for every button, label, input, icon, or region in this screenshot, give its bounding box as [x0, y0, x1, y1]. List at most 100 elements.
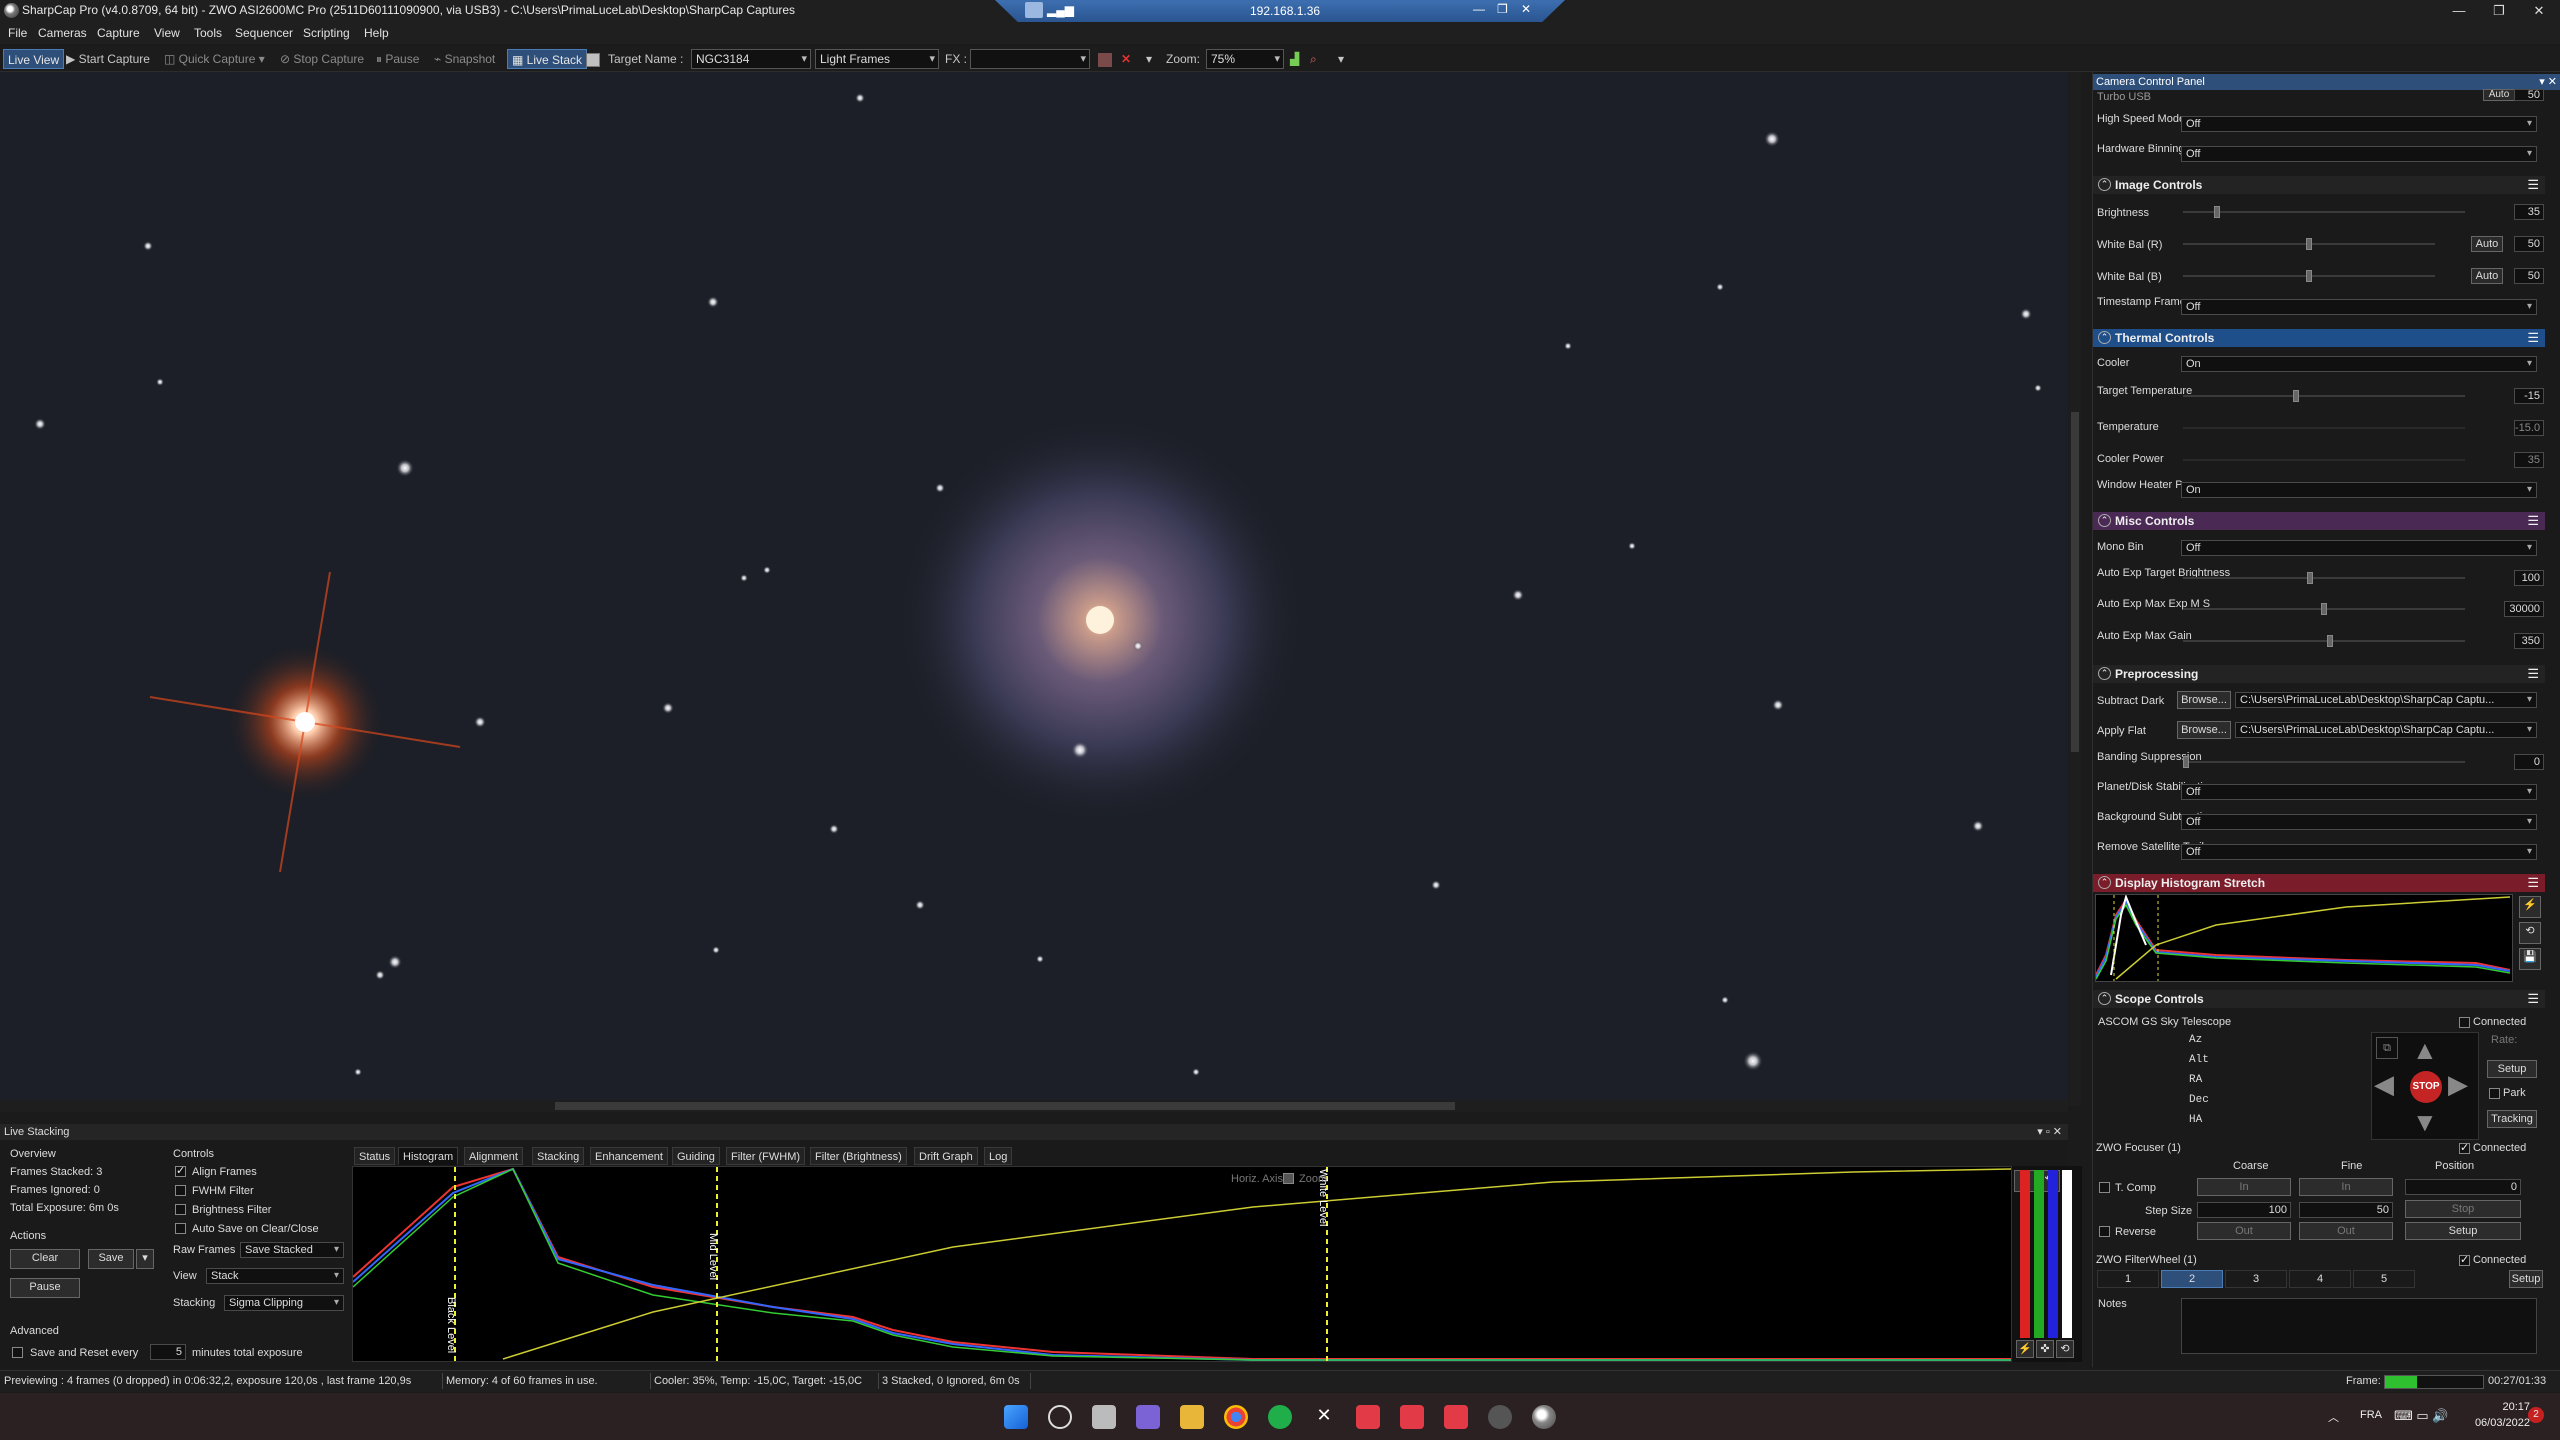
brightness-slider[interactable] — [2183, 206, 2465, 218]
menu-icon[interactable]: ☰ — [2527, 990, 2539, 1008]
ae-max-gain-slider[interactable] — [2183, 635, 2465, 647]
histo-refresh-icon[interactable]: ⟲ — [2056, 1340, 2074, 1358]
target-name-input[interactable]: NGC3184 — [691, 49, 811, 69]
menu-scripting[interactable]: Scripting — [303, 26, 350, 40]
tab-log[interactable]: Log — [984, 1147, 1013, 1165]
ae-max-gain-value[interactable]: 350 — [2514, 633, 2544, 649]
stretch-histogram[interactable] — [2095, 893, 2513, 982]
thermal-controls-header[interactable]: ⌃ Thermal Controls ☰ — [2093, 329, 2545, 347]
collapse-icon[interactable]: ⌃ — [2098, 876, 2111, 889]
red-level-bar[interactable] — [2020, 1170, 2030, 1338]
collapse-icon[interactable]: ⌃ — [2098, 992, 2111, 1005]
quick-capture-button[interactable]: ◫ Quick Capture ▾ — [164, 52, 265, 66]
menu-file[interactable]: File — [8, 26, 27, 40]
menu-cameras[interactable]: Cameras — [38, 26, 87, 40]
reverse-checkbox[interactable] — [2099, 1226, 2110, 1237]
wb-b-value[interactable]: 50 — [2514, 268, 2544, 284]
ccp-pin-icon[interactable]: ▾ ✕ — [2539, 74, 2557, 90]
tab-alignment[interactable]: Alignment — [464, 1147, 523, 1165]
file-explorer-icon[interactable] — [1180, 1405, 1204, 1429]
green-level-bar[interactable] — [2034, 1170, 2044, 1338]
app-green-icon[interactable] — [1268, 1405, 1292, 1429]
move-right-icon[interactable]: ▶ — [2448, 1069, 2468, 1100]
misc-controls-header[interactable]: ⌃ Misc Controls ☰ — [2093, 512, 2545, 530]
tab-guiding[interactable]: Guiding — [672, 1147, 720, 1165]
camera-image[interactable] — [0, 72, 2068, 1100]
histo-bolt-icon[interactable]: ⚡ — [2016, 1340, 2034, 1358]
reset-stretch-icon[interactable]: ⟲ — [2519, 922, 2541, 944]
magnifier-icon[interactable]: ⌕ — [1310, 52, 1317, 67]
app-x-icon[interactable]: ✕ — [1312, 1405, 1336, 1429]
fw-slot-2[interactable]: 2 — [2161, 1270, 2223, 1288]
auto-stretch-icon[interactable]: ⚡ — [2519, 896, 2541, 918]
histogram-icon[interactable]: ▟ — [1290, 52, 1299, 66]
clock-date[interactable]: 06/03/2022 — [2464, 1417, 2530, 1429]
view-select[interactable]: Stack — [206, 1268, 344, 1284]
menu-icon[interactable]: ☰ — [2527, 329, 2539, 347]
app-red3-icon[interactable] — [1444, 1405, 1468, 1429]
chrome-icon[interactable] — [1224, 1405, 1248, 1429]
wb-r-value[interactable]: 50 — [2514, 236, 2544, 252]
remote-minimize-icon[interactable]: — — [1473, 2, 1485, 16]
autosave-checkbox[interactable] — [175, 1223, 186, 1234]
sharpcap-taskbar-icon[interactable] — [1532, 1405, 1556, 1429]
search-icon[interactable] — [1048, 1405, 1072, 1429]
fw-slot-3[interactable]: 3 — [2225, 1270, 2287, 1288]
save-reset-minutes[interactable]: 5 — [150, 1344, 186, 1360]
focuser-setup-button[interactable]: Setup — [2405, 1222, 2521, 1240]
apply-flat-select[interactable]: C:\Users\PrimaLuceLab\Desktop\SharpCap C… — [2235, 722, 2537, 738]
wb-r-auto-button[interactable]: Auto — [2471, 236, 2503, 252]
align-frames-checkbox[interactable] — [175, 1164, 186, 1177]
window-heater-select[interactable]: On — [2181, 482, 2537, 498]
fw-connected-checkbox[interactable] — [2459, 1253, 2470, 1266]
ae-max-exp-slider[interactable] — [2183, 603, 2465, 615]
menu-help[interactable]: Help — [364, 26, 389, 40]
hw-binning-select[interactable]: Off — [2181, 146, 2537, 162]
chat-icon[interactable] — [1136, 1405, 1160, 1429]
fine-step-value[interactable]: 50 — [2299, 1202, 2393, 1218]
high-speed-select[interactable]: Off — [2181, 116, 2537, 132]
brightness-filter-checkbox[interactable] — [175, 1204, 186, 1215]
tab-status[interactable]: Status — [354, 1147, 396, 1165]
image-vertical-scrollbar[interactable] — [2069, 72, 2081, 1106]
fx-select[interactable] — [970, 49, 1090, 69]
fw-slot-4[interactable]: 4 — [2289, 1270, 2351, 1288]
park-checkbox[interactable] — [2489, 1088, 2500, 1099]
goto-icon[interactable]: ⧉ — [2376, 1037, 2398, 1059]
subtract-dark-browse-button[interactable]: Browse... — [2177, 691, 2231, 709]
apply-flat-browse-button[interactable]: Browse... — [2177, 721, 2231, 739]
pause-button[interactable]: ⏸ Pause — [376, 52, 419, 67]
tab-histogram[interactable]: Histogram — [398, 1147, 459, 1165]
tracking-button[interactable]: Tracking — [2487, 1110, 2537, 1128]
zoom-select[interactable]: 75% — [1206, 49, 1284, 69]
cooler-select[interactable]: On — [2181, 356, 2537, 372]
pin-icon[interactable] — [1025, 2, 1043, 18]
save-stretch-icon[interactable]: 💾 — [2519, 948, 2541, 970]
tray-chevron-icon[interactable]: ︿ — [2328, 1409, 2339, 1425]
ae-target-slider[interactable] — [2183, 572, 2465, 584]
focuser-stop-button[interactable]: Stop — [2405, 1200, 2521, 1218]
stop-capture-button[interactable]: ⊘ Stop Capture — [280, 52, 364, 66]
menu-icon[interactable]: ☰ — [2527, 512, 2539, 530]
app-gray-icon[interactable] — [1488, 1405, 1512, 1429]
save-reset-checkbox[interactable] — [12, 1347, 23, 1358]
raw-frames-select[interactable]: Save Stacked — [240, 1242, 344, 1258]
wb-r-slider[interactable] — [2183, 238, 2435, 250]
mono-bin-select[interactable]: Off — [2181, 540, 2537, 556]
move-left-icon[interactable]: ◀ — [2374, 1069, 2394, 1100]
image-horizontal-scrollbar-thumb[interactable] — [555, 1102, 1455, 1110]
scope-connected-checkbox[interactable] — [2459, 1017, 2470, 1028]
frame-type-select[interactable]: Light Frames — [815, 49, 939, 69]
close-icon[interactable]: ✕ — [2516, 0, 2560, 22]
tcomp-checkbox[interactable] — [2099, 1182, 2110, 1193]
bg-sub-select[interactable]: Off — [2181, 814, 2537, 830]
ae-target-value[interactable]: 100 — [2514, 570, 2544, 586]
menu-tools[interactable]: Tools — [194, 26, 222, 40]
stacking-select[interactable]: Sigma Clipping — [224, 1295, 344, 1311]
remote-restore-icon[interactable]: ❐ — [1497, 2, 1508, 16]
tab-filter-brightness[interactable]: Filter (Brightness) — [810, 1147, 907, 1165]
start-icon[interactable] — [1004, 1405, 1028, 1429]
fw-setup-button[interactable]: Setup — [2509, 1270, 2543, 1288]
planet-stab-select[interactable]: Off — [2181, 784, 2537, 800]
ls-pin-icon[interactable]: ▾ ▫ ✕ — [2037, 1124, 2062, 1140]
